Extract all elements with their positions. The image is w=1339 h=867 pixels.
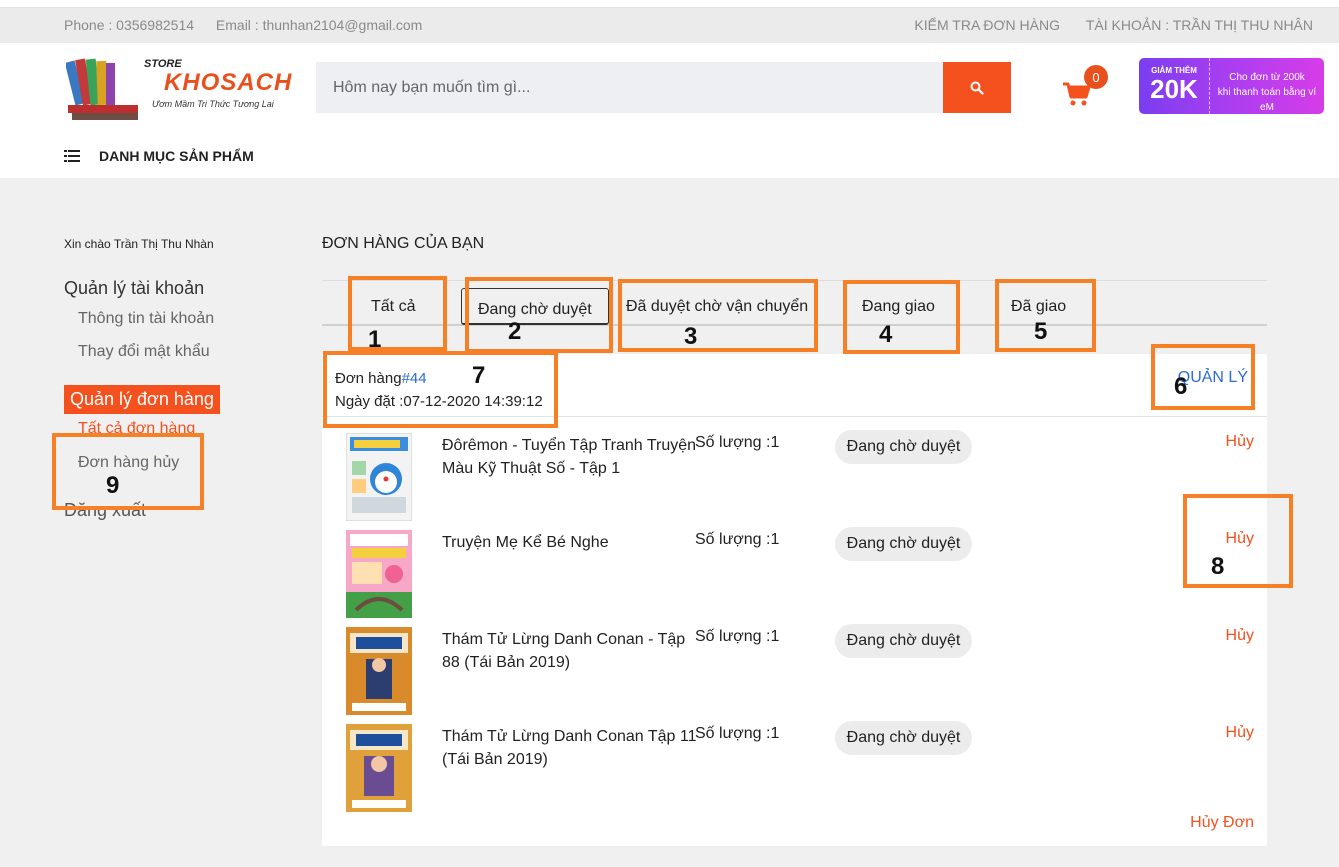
order-number: Đơn hàng#44 — [335, 370, 427, 387]
account-management-heading[interactable]: Quản lý tài khoản — [64, 278, 204, 299]
cancelled-orders-link[interactable]: Đơn hàng hủy — [78, 454, 179, 472]
item-cancel-button[interactable]: Hủy — [1226, 433, 1254, 451]
cart-button[interactable]: 0 — [1062, 65, 1112, 110]
header: STORE KHOSACH Ươm Mầm Tri Thức Tương Lai… — [0, 43, 1339, 178]
item-quantity: Số lượng :1 — [695, 531, 780, 548]
logo-name-text: KHOSACH — [164, 69, 293, 96]
order-item: Truyện Mẹ Kể Bé Nghe Số lượng :1 Đang ch… — [322, 521, 1267, 618]
tab-pending[interactable]: Đang chờ duyệt — [461, 288, 609, 325]
email-text: Email : thunhan2104@gmail.com — [215, 17, 423, 33]
search-icon — [970, 81, 984, 95]
book-cover-image — [346, 530, 412, 618]
search-input[interactable] — [316, 62, 943, 113]
annotation-number: 7 — [472, 362, 486, 389]
annotation-number: 4 — [879, 321, 893, 348]
annotation-number: 5 — [1034, 318, 1048, 345]
greeting-text: Xin chào Trần Thị Thu Nhàn — [64, 237, 214, 251]
item-quantity: Số lượng :1 — [695, 628, 780, 645]
phone-text: Phone : 0356982514 — [64, 17, 195, 33]
books-logo-icon — [66, 58, 138, 120]
annotation-box — [843, 280, 960, 354]
annotation-number: 3 — [684, 323, 698, 350]
item-title[interactable]: Thám Tử Lừng Danh Conan - Tập 88 (Tái Bả… — [442, 628, 697, 674]
top-links: KIỂM TRA ĐƠN HÀNG TÀI KHOẢN : TRẦN THỊ T… — [892, 17, 1313, 33]
annotation-number: 6 — [1174, 373, 1188, 400]
category-menu-label: DANH MỤC SẢN PHẨM — [99, 148, 254, 164]
item-status-badge: Đang chờ duyệt — [835, 624, 972, 658]
item-cancel-button[interactable]: Hủy — [1226, 530, 1254, 548]
order-label: Đơn hàng — [335, 370, 402, 387]
manage-order-link[interactable]: QUẢN LÝ — [1178, 369, 1248, 387]
check-order-link[interactable]: KIỂM TRA ĐƠN HÀNG — [914, 17, 1060, 33]
item-status-badge: Đang chờ duyệt — [835, 527, 972, 561]
all-orders-link[interactable]: Tất cả đơn hàng — [78, 420, 195, 438]
annotation-number: 9 — [106, 472, 120, 499]
logo[interactable]: STORE KHOSACH Ươm Mầm Tri Thức Tương Lai — [66, 55, 301, 125]
book-cover-image — [346, 433, 412, 521]
tab-approved-awaiting-shipping[interactable]: Đã duyệt chờ vận chuyển — [626, 298, 808, 316]
item-status-badge: Đang chờ duyệt — [835, 430, 972, 464]
hamburger-menu-icon — [64, 150, 80, 162]
page-title: ĐƠN HÀNG CỦA BẠN — [322, 235, 485, 252]
change-password-link[interactable]: Thay đổi mật khẩu — [78, 343, 210, 361]
window-top-strip — [0, 0, 1339, 8]
annotation-number: 2 — [508, 318, 522, 345]
order-item: Thám Tử Lừng Danh Conan - Tập 88 (Tái Bả… — [322, 618, 1267, 715]
tab-shipping[interactable]: Đang giao — [862, 298, 935, 316]
item-title[interactable]: Truyện Mẹ Kể Bé Nghe — [442, 531, 697, 554]
item-cancel-button[interactable]: Hủy — [1226, 724, 1254, 742]
promo-banner[interactable]: GIẢM THÊM 20K Cho đơn từ 200k khi thanh … — [1139, 58, 1324, 114]
promo-amount-text: 20K — [1150, 74, 1198, 104]
logout-link[interactable]: Đăng xuất — [64, 500, 146, 521]
account-link[interactable]: TÀI KHOẢN : TRẦN THỊ THU NHÂN — [1086, 17, 1313, 33]
order-id-link[interactable]: #44 — [402, 370, 427, 387]
item-title[interactable]: Thám Tử Lừng Danh Conan Tập 11 (Tái Bản … — [442, 725, 697, 771]
item-cancel-button[interactable]: Hủy — [1226, 627, 1254, 645]
item-status-badge: Đang chờ duyệt — [835, 721, 972, 755]
tab-delivered[interactable]: Đã giao — [1011, 298, 1066, 316]
category-menu-button[interactable]: DANH MỤC SẢN PHẨM — [64, 147, 254, 165]
promo-line2: khi thanh toán bằng ví eM — [1217, 87, 1317, 113]
top-bar: Phone : 0356982514 Email : thunhan2104@g… — [0, 8, 1339, 43]
cancel-order-button[interactable]: Hủy Đơn — [1190, 814, 1254, 832]
promo-line1: Cho đơn từ 200k — [1229, 72, 1305, 83]
contact-info: Phone : 0356982514 Email : thunhan2104@g… — [64, 17, 440, 33]
item-quantity: Số lượng :1 — [695, 434, 780, 451]
tabs-top-divider — [322, 280, 1267, 281]
item-title[interactable]: Đôrêmon - Tuyển Tập Tranh Truyện Màu Kỹ … — [442, 434, 697, 480]
order-date: Ngày đặt :07-12-2020 14:39:12 — [335, 393, 543, 410]
search-button[interactable] — [943, 62, 1011, 113]
order-item: Thám Tử Lừng Danh Conan Tập 11 (Tái Bản … — [322, 715, 1267, 812]
tab-all[interactable]: Tất cả — [371, 298, 415, 316]
account-info-link[interactable]: Thông tin tài khoản — [78, 310, 214, 328]
cart-count-badge: 0 — [1084, 65, 1108, 89]
annotation-number: 8 — [1211, 553, 1225, 580]
book-cover-image — [346, 627, 412, 715]
book-cover-image — [346, 724, 412, 812]
order-header: Đơn hàng#44 Ngày đặt :07-12-2020 14:39:1… — [322, 354, 1267, 417]
search-bar — [316, 62, 1011, 113]
logo-slogan-text: Ươm Mầm Tri Thức Tương Lai — [152, 99, 274, 109]
item-quantity: Số lượng :1 — [695, 725, 780, 742]
order-item: Đôrêmon - Tuyển Tập Tranh Truyện Màu Kỹ … — [322, 424, 1267, 521]
order-panel: Đơn hàng#44 Ngày đặt :07-12-2020 14:39:1… — [322, 354, 1267, 846]
annotation-number: 1 — [368, 326, 382, 353]
order-management-heading[interactable]: Quản lý đơn hàng — [64, 385, 220, 414]
